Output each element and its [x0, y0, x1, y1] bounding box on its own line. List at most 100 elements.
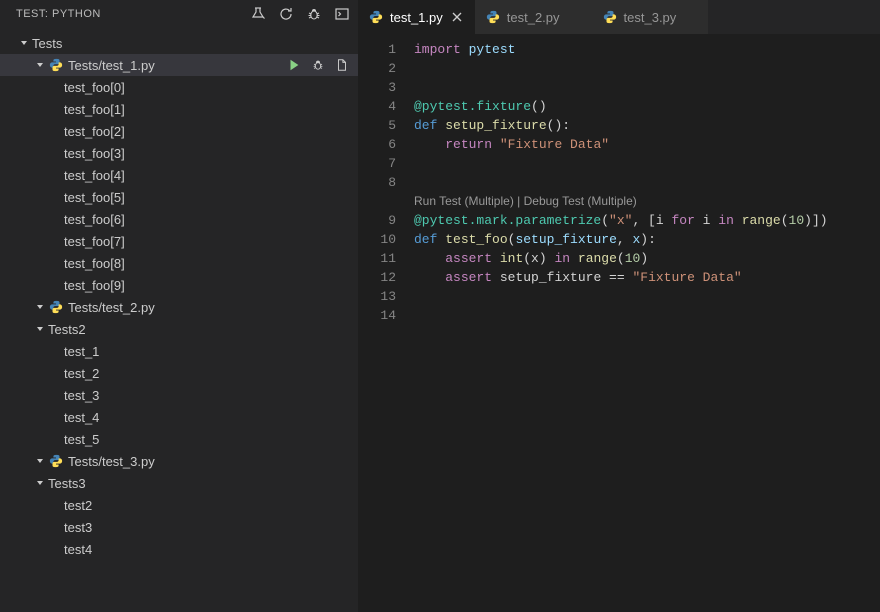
tree-file[interactable]: Tests/test_3.py — [0, 450, 358, 472]
code-line[interactable] — [414, 287, 880, 306]
tree-item-label: test_4 — [64, 410, 358, 425]
codelens[interactable]: Run Test (Multiple) | Debug Test (Multip… — [414, 192, 880, 211]
chevron-down-icon — [48, 189, 64, 205]
tree-item-label: test_1 — [64, 344, 358, 359]
tree-folder[interactable]: Tests2 — [0, 318, 358, 340]
tree-file[interactable]: Tests/test_1.py — [0, 54, 358, 76]
tree-test-item[interactable]: test_5 — [0, 428, 358, 450]
refresh-icon[interactable] — [278, 6, 294, 22]
code-line[interactable]: @pytest.mark.parametrize("x", [i for i i… — [414, 211, 880, 230]
test-tree[interactable]: Tests Tests/test_1.py test_foo[0] test_foo[… — [0, 28, 358, 612]
run-icon[interactable] — [286, 57, 302, 73]
code-line[interactable]: assert int(x) in range(10) — [414, 249, 880, 268]
chevron-down-icon — [48, 365, 64, 381]
code-area[interactable]: import pytest @pytest.fixture()def setup… — [414, 40, 880, 612]
chevron-down-icon — [48, 431, 64, 447]
tree-folder[interactable]: Tests3 — [0, 472, 358, 494]
tree-item-actions — [286, 57, 358, 73]
chevron-down-icon — [48, 145, 64, 161]
code-line[interactable] — [414, 154, 880, 173]
chevron-down-icon — [48, 387, 64, 403]
tree-item-label: test_foo[2] — [64, 124, 358, 139]
editor-tab[interactable]: test_3.py — [592, 0, 709, 34]
tree-test-item[interactable]: test_foo[6] — [0, 208, 358, 230]
editor-group: test_1.py test_2.pytest_3.py 123456789101… — [358, 0, 880, 612]
tree-item-label: test4 — [64, 542, 358, 557]
editor-tab[interactable]: test_2.py — [475, 0, 592, 34]
tab-label: test_1.py — [390, 10, 443, 25]
tree-test-item[interactable]: test3 — [0, 516, 358, 538]
code-line[interactable]: @pytest.fixture() — [414, 97, 880, 116]
tree-test-item[interactable]: test_4 — [0, 406, 358, 428]
tree-test-item[interactable]: test_1 — [0, 340, 358, 362]
debug-icon[interactable] — [310, 57, 326, 73]
chevron-down-icon — [32, 453, 48, 469]
chevron-down-icon — [48, 541, 64, 557]
code-line[interactable]: def test_foo(setup_fixture, x): — [414, 230, 880, 249]
tree-item-label: test_foo[3] — [64, 146, 358, 161]
chevron-down-icon — [32, 475, 48, 491]
show-output-icon[interactable] — [334, 6, 350, 22]
chevron-down-icon — [32, 299, 48, 315]
tree-item-label: Tests — [32, 36, 358, 51]
tree-test-item[interactable]: test_3 — [0, 384, 358, 406]
python-file-icon — [48, 57, 64, 73]
tree-item-label: test_foo[4] — [64, 168, 358, 183]
code-line[interactable]: assert setup_fixture == "Fixture Data" — [414, 268, 880, 287]
chevron-down-icon — [32, 321, 48, 337]
chevron-down-icon — [48, 519, 64, 535]
editor-tab[interactable]: test_1.py — [358, 0, 475, 34]
tree-test-item[interactable]: test4 — [0, 538, 358, 560]
panel-title: TEST: PYTHON — [16, 8, 101, 20]
tree-item-label: test2 — [64, 498, 358, 513]
chevron-down-icon — [16, 35, 32, 51]
code-line[interactable] — [414, 78, 880, 97]
tree-test-item[interactable]: test_foo[0] — [0, 76, 358, 98]
tree-root-tests[interactable]: Tests — [0, 32, 358, 54]
code-line[interactable] — [414, 306, 880, 325]
code-line[interactable]: return "Fixture Data" — [414, 135, 880, 154]
python-file-icon — [368, 9, 384, 25]
tree-test-item[interactable]: test_foo[1] — [0, 98, 358, 120]
tree-item-label: test_foo[1] — [64, 102, 358, 117]
chevron-down-icon — [32, 57, 48, 73]
tree-test-item[interactable]: test_foo[9] — [0, 274, 358, 296]
panel-header-actions — [250, 6, 350, 22]
editor-tabs: test_1.py test_2.pytest_3.py — [358, 0, 880, 34]
tree-test-item[interactable]: test2 — [0, 494, 358, 516]
tree-test-item[interactable]: test_foo[7] — [0, 230, 358, 252]
tree-test-item[interactable]: test_2 — [0, 362, 358, 384]
editor-body[interactable]: 1234567891011121314 import pytest @pytes… — [358, 34, 880, 612]
chevron-down-icon — [48, 79, 64, 95]
test-explorer-panel: TEST: PYTHON Tests Tests/test_1.py test_fo… — [0, 0, 358, 612]
tree-item-label: test_foo[8] — [64, 256, 358, 271]
code-line[interactable]: def setup_fixture(): — [414, 116, 880, 135]
chevron-down-icon — [48, 233, 64, 249]
tree-test-item[interactable]: test_foo[3] — [0, 142, 358, 164]
tree-test-item[interactable]: test_foo[8] — [0, 252, 358, 274]
tree-item-label: Tests2 — [48, 322, 358, 337]
chevron-down-icon — [48, 255, 64, 271]
tree-item-label: test3 — [64, 520, 358, 535]
python-file-icon — [48, 299, 64, 315]
open-file-icon[interactable] — [334, 57, 350, 73]
tree-test-item[interactable]: test_foo[5] — [0, 186, 358, 208]
tree-test-item[interactable]: test_foo[4] — [0, 164, 358, 186]
tree-item-label: test_5 — [64, 432, 358, 447]
chevron-down-icon — [48, 167, 64, 183]
code-line[interactable]: import pytest — [414, 40, 880, 59]
debug-all-icon[interactable] — [306, 6, 322, 22]
tree-file[interactable]: Tests/test_2.py — [0, 296, 358, 318]
tree-item-label: Tests/test_2.py — [68, 300, 358, 315]
python-file-icon — [602, 9, 618, 25]
tree-test-item[interactable]: test_foo[2] — [0, 120, 358, 142]
discover-tests-icon[interactable] — [250, 6, 266, 22]
tree-item-label: Tests/test_1.py — [68, 58, 286, 73]
tree-item-label: test_3 — [64, 388, 358, 403]
chevron-down-icon — [48, 123, 64, 139]
tree-item-label: test_foo[0] — [64, 80, 358, 95]
code-line[interactable] — [414, 173, 880, 192]
code-line[interactable] — [414, 59, 880, 78]
close-icon[interactable] — [449, 9, 465, 25]
tree-item-label: test_foo[7] — [64, 234, 358, 249]
